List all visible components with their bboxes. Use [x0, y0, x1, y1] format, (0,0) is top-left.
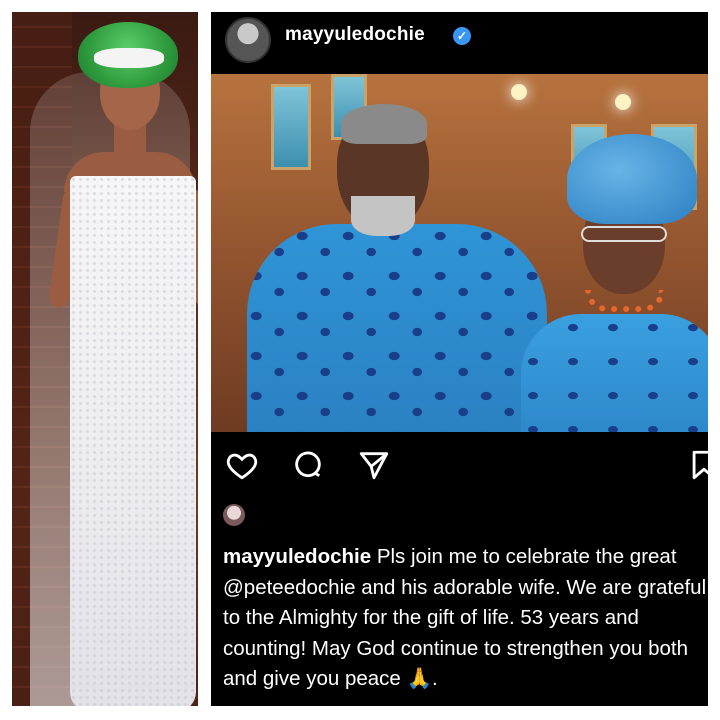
heart-icon[interactable]	[225, 448, 259, 482]
left-photo-bride	[12, 12, 198, 706]
comment-icon[interactable]	[291, 448, 325, 482]
neck	[114, 124, 146, 164]
man-body	[247, 224, 547, 432]
liked-by-avatar[interactable]	[223, 504, 245, 526]
man-in-blue-attire	[247, 104, 547, 432]
man-hair	[341, 104, 427, 144]
woman-body	[521, 314, 708, 432]
glasses	[581, 226, 667, 242]
headwrap-band	[94, 48, 164, 68]
coral-beads	[585, 290, 665, 312]
ceiling-lamp	[615, 94, 631, 110]
verified-badge-icon: ✓	[453, 27, 471, 45]
post-username[interactable]: mayyuledochie	[285, 24, 425, 46]
bookmark-icon[interactable]	[687, 448, 708, 482]
post-caption: mayyuledochie Pls join me to celebrate t…	[223, 542, 708, 695]
post-header: mayyuledochie ✓	[211, 12, 708, 74]
instagram-post: mayyuledochie ✓ mayyuledochie Pls join m…	[211, 12, 708, 706]
man-beard	[351, 196, 415, 236]
woman-gele	[567, 134, 697, 224]
send-icon[interactable]	[357, 448, 391, 482]
profile-avatar[interactable]	[225, 17, 271, 63]
post-photo[interactable]	[211, 74, 708, 432]
post-actions	[211, 432, 708, 492]
white-lace-dress	[70, 176, 196, 706]
caption-username[interactable]: mayyuledochie	[223, 545, 371, 568]
woman-in-blue-attire	[511, 134, 708, 432]
ceiling-lamp	[511, 84, 527, 100]
